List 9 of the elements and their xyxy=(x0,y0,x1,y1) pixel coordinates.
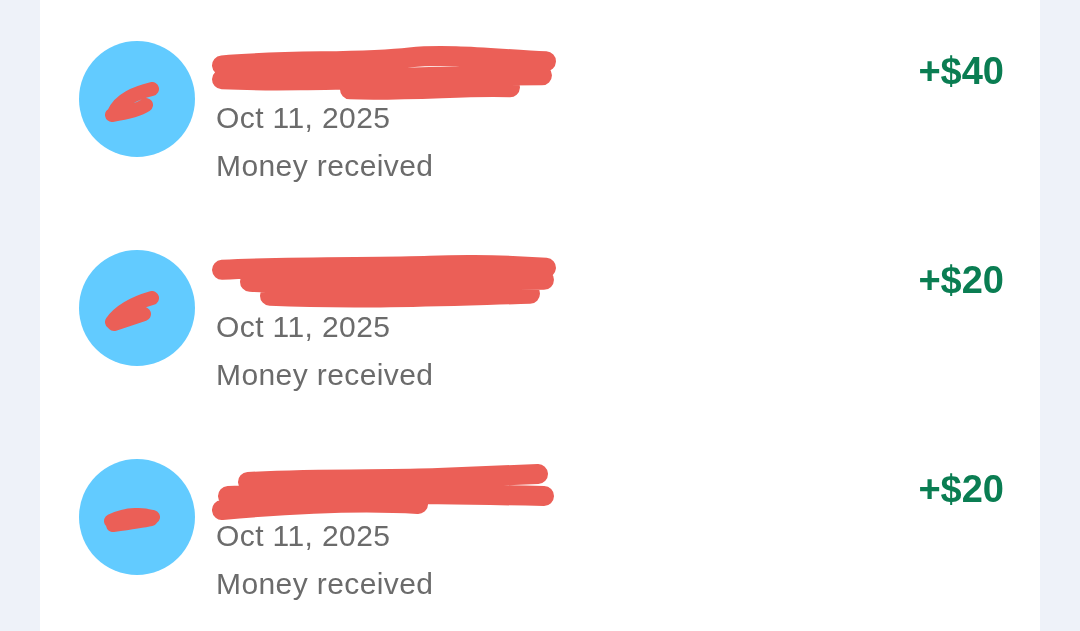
transaction-amount: +$20 xyxy=(918,258,1004,303)
transaction-date: Oct 11, 2025 xyxy=(216,309,392,345)
transaction-date: Oct 11, 2025 xyxy=(216,100,392,136)
transaction-description: Money received xyxy=(216,566,435,602)
transaction-description: Money received xyxy=(216,357,435,393)
transaction-amount: +$40 xyxy=(918,49,1004,94)
transaction-date: Oct 11, 2025 xyxy=(216,518,392,554)
transaction-amount: +$20 xyxy=(918,467,1004,512)
transaction-description: Money received xyxy=(216,148,435,184)
